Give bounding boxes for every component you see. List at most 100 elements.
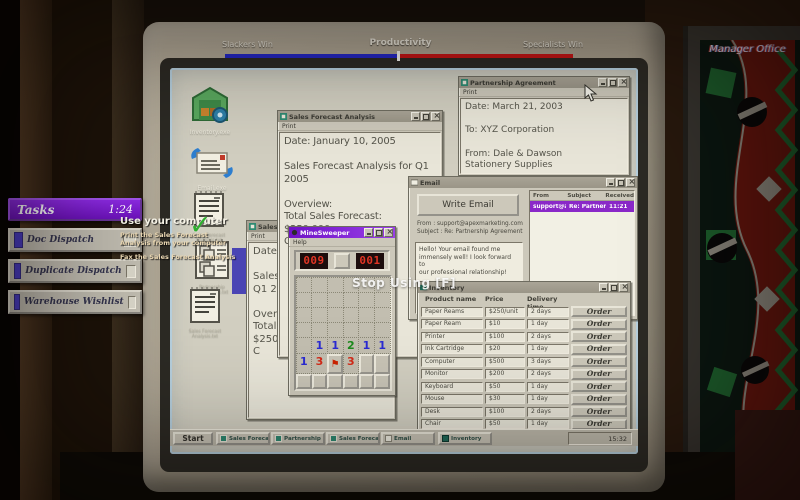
minesweeper-cell[interactable]: 1 <box>311 337 328 354</box>
window-titlebar[interactable]: MineSweeper <box>289 227 395 238</box>
minesweeper-cell[interactable] <box>374 374 390 389</box>
desktop-icon-sales-forecast-txt-2[interactable]: Sales Forecast Analysis.txt <box>182 286 228 339</box>
minesweeper-cell[interactable]: 1 <box>358 337 375 354</box>
maximize-button[interactable] <box>374 228 383 237</box>
minesweeper-cell[interactable] <box>327 374 343 389</box>
menu-help[interactable]: Help <box>293 239 307 246</box>
document-icon <box>330 435 337 442</box>
minesweeper-cell[interactable]: 3 <box>311 353 328 374</box>
minesweeper-cell[interactable] <box>296 292 313 308</box>
order-button[interactable]: Order <box>571 319 627 330</box>
minesweeper-cell[interactable] <box>296 307 313 323</box>
minesweeper-cell[interactable] <box>358 307 375 323</box>
close-button[interactable] <box>618 78 627 87</box>
minimize-button[interactable] <box>606 178 615 187</box>
minesweeper-cell[interactable] <box>327 322 344 338</box>
taskbar-button-partnership-a[interactable]: Partnership A <box>271 432 325 445</box>
order-button[interactable]: Order <box>571 344 627 355</box>
email-icon <box>190 146 234 180</box>
menu-print[interactable]: Print <box>463 89 477 96</box>
minimize-button[interactable] <box>364 228 373 237</box>
close-button[interactable] <box>619 283 628 292</box>
minesweeper-cell[interactable] <box>343 292 360 308</box>
order-button[interactable]: Order <box>571 306 627 317</box>
minesweeper-cell[interactable] <box>296 322 313 338</box>
minesweeper-cell[interactable]: 3 <box>343 353 360 374</box>
checkmark-icon: ✓ <box>189 210 212 241</box>
desktop-icon-email-exe[interactable]: Email.exe <box>186 146 238 192</box>
maximize-button[interactable] <box>608 78 617 87</box>
taskbar-button-sales-forecas[interactable]: Sales Forecas <box>326 432 380 445</box>
taskbar-button-inventory[interactable]: Inventory <box>438 432 492 445</box>
minesweeper-status-panel: 009 001 <box>294 250 390 271</box>
window-inventory[interactable]: Inventory Product name Price Delivery ti… <box>417 281 631 431</box>
taskbar-button-sales-forecas[interactable]: Sales Forecas <box>216 432 270 445</box>
minimize-button[interactable] <box>411 112 420 121</box>
close-button[interactable] <box>626 178 635 187</box>
minimize-button[interactable] <box>599 283 608 292</box>
minesweeper-cell[interactable] <box>359 354 375 374</box>
desktop-icon-inventory-exe[interactable]: Inventory.exe <box>184 86 236 136</box>
task-item-warehouse-wishlist[interactable]: Warehouse Wishlist <box>8 290 142 314</box>
minesweeper-cell[interactable] <box>359 374 375 389</box>
minesweeper-cell[interactable] <box>374 354 390 374</box>
delivery-time-cell: 1 day <box>527 382 569 392</box>
window-titlebar[interactable]: Email <box>409 177 637 188</box>
minesweeper-cell[interactable] <box>374 322 391 338</box>
minesweeper-cell[interactable]: 1 <box>327 337 344 354</box>
task-checkbox[interactable] <box>128 296 136 309</box>
productivity-bar-marker <box>397 51 400 61</box>
minesweeper-cell[interactable] <box>358 292 375 308</box>
minesweeper-cell[interactable] <box>296 374 312 389</box>
minesweeper-cell[interactable] <box>358 322 375 338</box>
window-partnership-agreement[interactable]: Partnership Agreement Print Date: March … <box>458 76 630 176</box>
start-button[interactable]: Start <box>173 432 213 445</box>
order-button[interactable]: Order <box>571 394 627 405</box>
menu-print[interactable]: Print <box>251 233 265 240</box>
minesweeper-cell[interactable] <box>296 277 313 293</box>
order-button[interactable]: Order <box>571 369 627 380</box>
minesweeper-cell[interactable] <box>296 337 313 354</box>
minesweeper-cell[interactable] <box>311 292 328 308</box>
delivery-time-cell: 1 day <box>527 419 569 429</box>
minesweeper-cell[interactable] <box>343 322 360 338</box>
close-button[interactable] <box>384 228 393 237</box>
minesweeper-cell[interactable]: 2 <box>343 337 360 354</box>
order-button[interactable]: Order <box>571 356 627 367</box>
minesweeper-cell[interactable] <box>343 374 359 389</box>
minesweeper-cell[interactable] <box>311 307 328 323</box>
order-button[interactable]: Order <box>571 381 627 392</box>
minesweeper-cell[interactable] <box>311 277 328 293</box>
delivery-time-cell: 1 day <box>527 344 569 354</box>
menu-print[interactable]: Print <box>282 123 296 130</box>
minesweeper-cell[interactable] <box>327 307 344 323</box>
task-checkbox[interactable] <box>126 265 136 278</box>
minesweeper-cell[interactable] <box>343 307 360 323</box>
window-titlebar[interactable]: Partnership Agreement <box>459 77 629 88</box>
order-button[interactable]: Order <box>571 406 627 417</box>
taskbar-button-email[interactable]: Email <box>381 432 435 445</box>
minesweeper-cell[interactable] <box>311 322 328 338</box>
inventory-row: Desk$1002 daysOrder <box>421 406 627 418</box>
close-button[interactable] <box>431 112 440 121</box>
write-email-button[interactable]: Write Email <box>417 194 519 216</box>
window-titlebar[interactable]: Sales Forecast Analysis <box>278 111 442 122</box>
maximize-button[interactable] <box>609 283 618 292</box>
minesweeper-cell[interactable]: 1 <box>374 337 391 354</box>
minesweeper-cell[interactable]: 1 <box>296 353 313 374</box>
minesweeper-cell[interactable] <box>374 307 391 323</box>
window-minesweeper[interactable]: MineSweeper Help 009 001 1121113⚑3 <box>288 226 396 396</box>
minesweeper-cell[interactable] <box>327 277 344 293</box>
smiley-reset-button[interactable] <box>334 253 350 269</box>
minesweeper-cell[interactable] <box>374 292 391 308</box>
order-button[interactable]: Order <box>571 331 627 342</box>
maximize-button[interactable] <box>616 178 625 187</box>
task-item-duplicate-dispatch[interactable]: Duplicate Dispatch <box>8 259 142 283</box>
minesweeper-cell-flagged[interactable]: ⚑ <box>327 354 343 374</box>
minimize-button[interactable] <box>598 78 607 87</box>
maximize-button[interactable] <box>421 112 430 121</box>
minesweeper-cell[interactable] <box>327 292 344 308</box>
product-name-cell: Ink Cartridge <box>421 344 483 354</box>
email-list-row[interactable]: support@a...Re: Partner...11:21 <box>530 201 634 212</box>
minesweeper-cell[interactable] <box>312 374 328 389</box>
